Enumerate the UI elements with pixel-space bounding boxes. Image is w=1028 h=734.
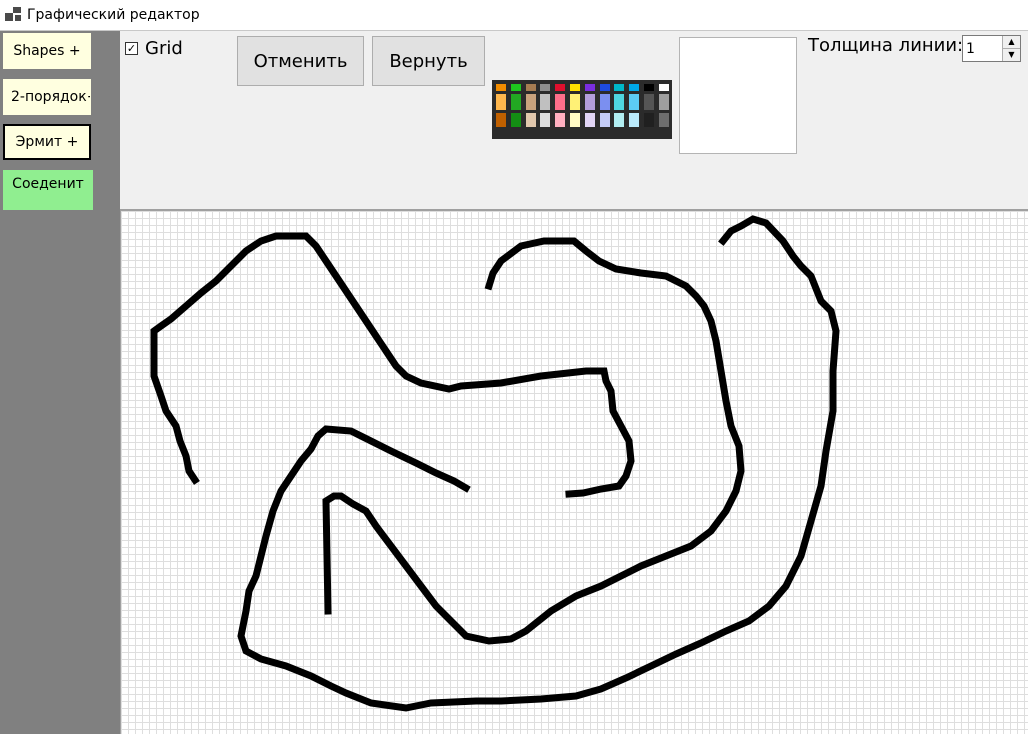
- palette-swatch[interactable]: [525, 113, 536, 127]
- palette-swatch[interactable]: [614, 94, 625, 110]
- drawn-curves: [150, 215, 840, 712]
- palette-swatch[interactable]: [629, 84, 640, 91]
- grid-checkbox[interactable]: ✓ Grid: [125, 38, 183, 59]
- palette-swatch[interactable]: [510, 94, 521, 110]
- thickness-label: Толщина линии:: [808, 35, 964, 56]
- palette-swatch[interactable]: [540, 84, 551, 91]
- palette-swatch[interactable]: [510, 84, 521, 91]
- palette-swatch[interactable]: [644, 84, 654, 91]
- undo-button[interactable]: Отменить: [237, 36, 364, 86]
- redo-button[interactable]: Вернуть: [372, 36, 485, 86]
- palette-swatch[interactable]: [629, 94, 640, 110]
- app-icon: [5, 7, 21, 23]
- palette-swatch[interactable]: [570, 113, 580, 127]
- palette-swatch[interactable]: [629, 113, 640, 127]
- palette-swatch[interactable]: [496, 113, 506, 127]
- palette-swatch[interactable]: [658, 113, 669, 127]
- thickness-spinner[interactable]: 1 ▲ ▼: [962, 35, 1021, 62]
- second-order-button[interactable]: 2-порядок+: [3, 79, 91, 115]
- palette-swatch[interactable]: [584, 94, 595, 110]
- title-bar: Графический редактор: [0, 0, 1028, 31]
- palette-swatch[interactable]: [658, 94, 669, 110]
- palette-swatch[interactable]: [614, 113, 625, 127]
- palette-swatch[interactable]: [570, 94, 580, 110]
- palette-swatch[interactable]: [570, 84, 580, 91]
- grid-label: Grid: [145, 38, 183, 59]
- palette-swatch[interactable]: [644, 113, 654, 127]
- chevron-up-icon[interactable]: ▲: [1002, 36, 1020, 49]
- palette-swatch[interactable]: [525, 84, 536, 91]
- palette-swatch[interactable]: [644, 94, 654, 110]
- join-button[interactable]: Соеденит: [3, 170, 93, 210]
- palette-swatch[interactable]: [525, 94, 536, 110]
- palette-swatch[interactable]: [555, 113, 566, 127]
- toolbar: ✓ Grid Отменить Вернуть Толщина линии: 1…: [120, 31, 1028, 209]
- palette-swatch[interactable]: [584, 113, 595, 127]
- palette-swatch[interactable]: [496, 94, 506, 110]
- palette-swatch[interactable]: [540, 94, 551, 110]
- current-color-preview: [679, 37, 797, 154]
- curve-outer-arc: [237, 215, 840, 712]
- palette-swatch[interactable]: [555, 94, 566, 110]
- sidebar: Shapes + 2-порядок+ Эрмит + Соеденит: [0, 31, 120, 734]
- palette-swatch[interactable]: [599, 113, 610, 127]
- palette-swatch[interactable]: [584, 84, 595, 91]
- palette-swatch[interactable]: [540, 113, 551, 127]
- palette-swatch[interactable]: [658, 84, 669, 91]
- thickness-value[interactable]: 1: [966, 41, 975, 57]
- color-palette[interactable]: [492, 80, 672, 139]
- curve-right-arc: [322, 237, 745, 645]
- check-icon[interactable]: ✓: [125, 42, 138, 55]
- palette-swatch[interactable]: [510, 113, 521, 127]
- window-title: Графический редактор: [27, 7, 200, 23]
- palette-swatch[interactable]: [555, 84, 566, 91]
- hermite-button[interactable]: Эрмит +: [3, 124, 91, 160]
- chevron-down-icon[interactable]: ▼: [1002, 49, 1020, 61]
- palette-swatch[interactable]: [599, 94, 610, 110]
- palette-swatch[interactable]: [599, 84, 610, 91]
- palette-swatch[interactable]: [496, 84, 506, 91]
- palette-swatch[interactable]: [614, 84, 625, 91]
- shapes-button[interactable]: Shapes +: [3, 33, 91, 69]
- drawing-canvas[interactable]: [120, 209, 1028, 734]
